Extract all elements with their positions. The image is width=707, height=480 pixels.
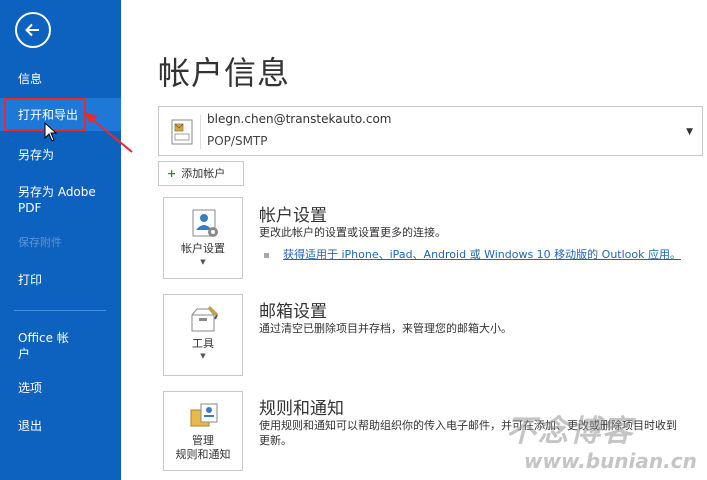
chevron-down-icon: ▼ [686,127,693,137]
add-account-label: 添加帐户 [181,167,226,180]
manage-rules-button[interactable]: 管理 规则和通知 [163,391,243,471]
tools-tile-label: 工具 [192,337,214,350]
account-type: POP/SMTP [207,134,268,148]
mailbox-settings-description: 通过清空已删除项目并存档，来管理您的邮箱大小。 [259,322,512,335]
account-settings-description: 更改此帐户的设置或设置更多的连接。 [259,226,446,239]
sidebar-divider [14,310,106,311]
sidebar-item-info[interactable]: 信息 [0,71,121,87]
watermark: 不念博客 www.bunian.cn [506,406,706,478]
back-arrow-icon [25,23,39,37]
rules-alerts-title: 规则和通知 [259,399,344,419]
chevron-down-icon: ▼ [200,352,206,360]
tools-button[interactable]: 工具 ▼ [163,294,243,376]
page-title: 帐户信息 [158,54,291,92]
sidebar-item-office-account-line2[interactable]: 户 [0,346,121,362]
sidebar-item-options[interactable]: 选项 [0,380,121,396]
outlook-app-link[interactable]: 获得适用于 iPhone、iPad、Android 或 Windows 10 移… [264,246,681,262]
account-email: blegn.chen@transtekauto.com [207,112,392,126]
sidebar-item-print[interactable]: 打印 [0,272,121,288]
add-account-button[interactable]: + 添加帐户 [158,161,244,186]
sidebar-item-exit[interactable]: 退出 [0,418,121,434]
bullet-icon [264,252,269,258]
mouse-cursor-icon [44,122,58,142]
account-settings-title: 帐户设置 [259,206,327,226]
manage-rules-tile-label-2: 规则和通知 [175,448,231,461]
sidebar-item-office-account[interactable]: Office 帐 [0,330,121,346]
backstage-sidebar: 信息 打开和导出 另存为 另存为 Adobe PDF 保存附件 打印 Offic… [0,0,121,480]
mailbox-settings-title: 邮箱设置 [259,302,327,322]
watermark-url: www.bunian.cn [524,449,697,473]
sidebar-item-save-as-adobe[interactable]: 另存为 Adobe [0,184,121,200]
rules-alerts-description-2: 更新。 [259,434,292,447]
account-selector[interactable]: blegn.chen@transtekauto.com POP/SMTP ▼ [158,106,703,156]
watermark-logo-text: 不念博客 [506,414,634,449]
account-settings-icon [192,209,218,237]
account-card-icon [167,115,201,149]
annotation-arrow-icon [84,112,133,153]
sidebar-item-save-attachments: 保存附件 [18,236,62,249]
tools-icon [191,305,219,332]
rules-alerts-icon [190,403,218,427]
plus-icon: + [167,167,177,180]
sidebar-item-save-as-adobe-line2[interactable]: PDF [0,200,121,216]
account-settings-button[interactable]: 帐户设置 ▼ [163,197,243,279]
account-settings-tile-label: 帐户设置 [181,242,225,255]
manage-rules-tile-label-1: 管理 [192,434,214,447]
back-button[interactable] [15,12,51,48]
outlook-app-link-text[interactable]: 获得适用于 iPhone、iPad、Android 或 Windows 10 移… [283,248,681,261]
chevron-down-icon: ▼ [200,258,206,266]
